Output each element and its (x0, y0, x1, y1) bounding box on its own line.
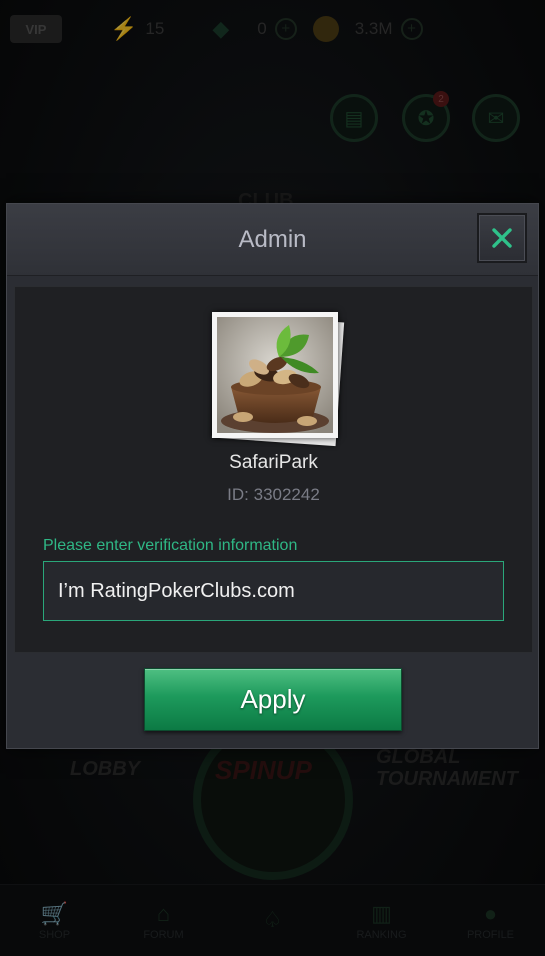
user-id: ID: 3302242 (227, 485, 320, 504)
verification-label: Please enter verification information (43, 537, 298, 554)
admin-dialog: Admin SafariPark ID: 3302242 Please ente… (6, 203, 539, 749)
dialog-title: Admin (238, 226, 307, 253)
avatar (211, 312, 345, 447)
close-icon (492, 228, 512, 248)
nuts-bowl-image (217, 317, 333, 433)
verification-input[interactable] (43, 561, 504, 621)
close-button[interactable] (477, 213, 527, 263)
avatar-photo (212, 312, 338, 438)
username: SafariPark (229, 452, 318, 473)
apply-button[interactable]: Apply (144, 668, 402, 731)
dialog-body: SafariPark ID: 3302242 Please enter veri… (14, 286, 533, 653)
